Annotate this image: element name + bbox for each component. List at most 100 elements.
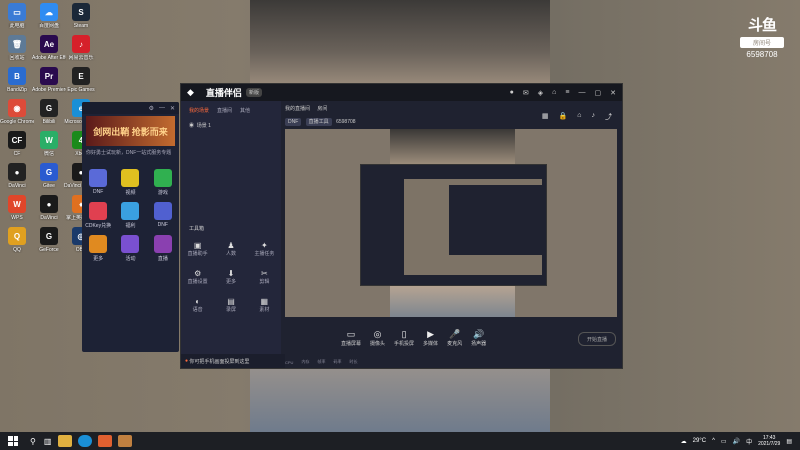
desktop-icon[interactable]: Pr Adobe Premiere (32, 67, 66, 93)
desktop-icon[interactable]: ● DaVinci (32, 195, 66, 221)
desktop-icon-label: Bilibili (42, 119, 56, 125)
weather-icon[interactable]: ☁ (681, 438, 687, 445)
desktop-icon-label: Gitee (43, 183, 55, 189)
desktop-icon[interactable]: W WPS (0, 195, 34, 221)
message-icon[interactable]: ✉ (523, 89, 529, 97)
desktop: ▭ 此电脑 ☁ 百度网盘 S Steam 🗑 回收站 Ae Adobe After Effects… (0, 0, 800, 432)
category-tag-dnf[interactable]: DNF (285, 118, 302, 126)
lock-icon[interactable]: 🔒 (559, 112, 568, 122)
status-item: CPU (285, 359, 294, 365)
avatar[interactable]: ● (510, 89, 514, 97)
desktop-icon[interactable]: ♪ 网易云音乐 (64, 35, 98, 61)
chevron-up-icon[interactable]: ^ (712, 438, 715, 444)
desktop-icon[interactable]: S Steam (64, 3, 98, 29)
toolbox-item-label: 直播设置 (187, 279, 208, 285)
source-button[interactable]: ◎ 摄像头 (370, 329, 385, 347)
close-icon[interactable]: ✕ (610, 89, 616, 97)
gift-icon[interactable]: ◈ (538, 89, 543, 97)
task-view-icon[interactable]: ▥ (44, 437, 52, 446)
toolbox-item[interactable]: ▣ 直播助手 (181, 241, 214, 257)
shirt-icon[interactable]: ⌂ (577, 112, 581, 122)
phone-cast-notice[interactable]: ● 你可把手机画面投屏到这里 (181, 354, 285, 368)
desktop-icon[interactable]: Ae Adobe After Effects 2020 (32, 35, 66, 61)
clock[interactable]: 17:43 2021/7/29 (758, 435, 780, 447)
shirt-icon[interactable]: ⌂ (552, 89, 556, 97)
app-icon[interactable] (98, 435, 113, 447)
desktop-icon[interactable]: ◉ Google Chrome (0, 99, 34, 125)
desktop-icon[interactable]: W 微信 (32, 131, 66, 157)
panel-app[interactable]: 游戏 (147, 169, 179, 196)
desktop-icon[interactable]: B BandiZip (0, 67, 34, 93)
toolbox-item[interactable]: ▦ 素材 (248, 297, 281, 313)
start-icon[interactable] (8, 436, 18, 446)
source-button[interactable]: ▭ 直播屏幕 (341, 329, 361, 347)
panel-app[interactable]: 视频 (114, 169, 146, 196)
panel-app-label: 活动 (125, 256, 136, 262)
desktop-icon[interactable]: G GeForce (32, 227, 66, 253)
desktop-icon[interactable]: E Epic Games (64, 67, 98, 93)
tab-other[interactable]: 其他 (240, 107, 250, 114)
panel-app-label: DNF (157, 222, 168, 228)
grid-icon[interactable]: ▦ (542, 112, 549, 122)
start-live-button[interactable]: 开始直播 (578, 332, 616, 346)
toolbox-item[interactable]: ⬇ 更多 (214, 269, 247, 285)
desktop-icon[interactable]: CF CF (0, 131, 34, 157)
panel-app[interactable]: CDKey兑换 (82, 202, 114, 229)
scene-tabs: 我的场景 直播间 其他 (181, 101, 281, 120)
toolbox-item[interactable]: ✦ 主播任务 (248, 241, 281, 257)
desktop-icon[interactable]: Q QQ (0, 227, 34, 253)
scene-item[interactable]: ◉ 场景 1 (181, 120, 281, 131)
tab-live-room[interactable]: 直播间 (217, 107, 232, 114)
header-my-live[interactable]: 我的直播间 (285, 106, 310, 112)
desktop-icon[interactable]: G Gitee (32, 163, 66, 189)
network-icon[interactable]: ▭ (721, 438, 727, 445)
panel-app[interactable]: DNF (82, 169, 114, 196)
settings-icon[interactable]: ⚙ (149, 105, 154, 112)
toolbox-item[interactable]: ⚙ 直播设置 (181, 269, 214, 285)
volume-icon[interactable]: 🔊 (733, 438, 740, 445)
category-tag-tools[interactable]: 直播工具 (305, 118, 332, 126)
toolbox-item[interactable]: ◐ 语音 (181, 297, 214, 313)
search-icon[interactable]: ⚲ (30, 437, 36, 446)
maximize-icon[interactable]: ▢ (595, 89, 602, 97)
toolbox-item[interactable]: ✂ 剪辑 (248, 269, 281, 285)
eye-icon[interactable]: ◉ (189, 123, 194, 129)
nested-window-preview (360, 164, 547, 286)
minimize-icon[interactable]: — (159, 105, 165, 111)
app-icon[interactable] (118, 435, 133, 447)
panel-app[interactable]: 福利 (114, 202, 146, 229)
tool-icon: ▣ (193, 241, 202, 250)
share-icon[interactable]: ⤴ (605, 112, 612, 122)
app-icon: G (40, 163, 58, 181)
panel-app[interactable]: 活动 (114, 235, 146, 262)
edge-icon[interactable] (78, 435, 93, 447)
panel-app[interactable]: DNF (147, 202, 179, 229)
toolbox-item[interactable]: ▤ 录屏 (214, 297, 247, 313)
app-logo-icon: ◆ (187, 87, 194, 97)
explorer-icon[interactable] (58, 435, 73, 447)
tab-my-scenes[interactable]: 我的场景 (189, 107, 209, 114)
source-button[interactable]: ▯ 手机投屏 (394, 329, 414, 347)
desktop-icon[interactable]: ● DaVinci (0, 163, 34, 189)
minimize-icon[interactable]: — (579, 89, 586, 97)
source-button[interactable]: 🔊 扬声器 (471, 329, 486, 347)
desktop-icon[interactable]: G Bilibili (32, 99, 66, 125)
live-preview[interactable] (285, 129, 617, 317)
source-button[interactable]: ▶ 多媒体 (423, 329, 438, 347)
bell-icon[interactable]: ♪ (592, 112, 596, 122)
desktop-icon[interactable]: 🗑 回收站 (0, 35, 34, 61)
desktop-icon[interactable]: ☁ 百度网盘 (32, 3, 66, 29)
toolbox-item-label: 直播助手 (187, 251, 208, 257)
header-room[interactable]: 房间 (317, 106, 327, 112)
promo-banner[interactable]: 剑网出鞘 抢影而来 (86, 116, 175, 146)
notification-icon[interactable]: ▤ (786, 438, 792, 445)
close-icon[interactable]: ✕ (170, 105, 175, 112)
menu-icon[interactable]: ≡ (565, 89, 569, 97)
ime-indicator[interactable]: 中 (746, 437, 752, 446)
panel-app[interactable]: 更多 (82, 235, 114, 262)
source-button[interactable]: 🎤 麦克风 (447, 329, 462, 347)
desktop-icon-label: QQ (13, 247, 21, 253)
toolbox-item[interactable]: ♟ 人数 (214, 241, 247, 257)
desktop-icon[interactable]: ▭ 此电脑 (0, 3, 34, 29)
panel-app[interactable]: 直播 (147, 235, 179, 262)
